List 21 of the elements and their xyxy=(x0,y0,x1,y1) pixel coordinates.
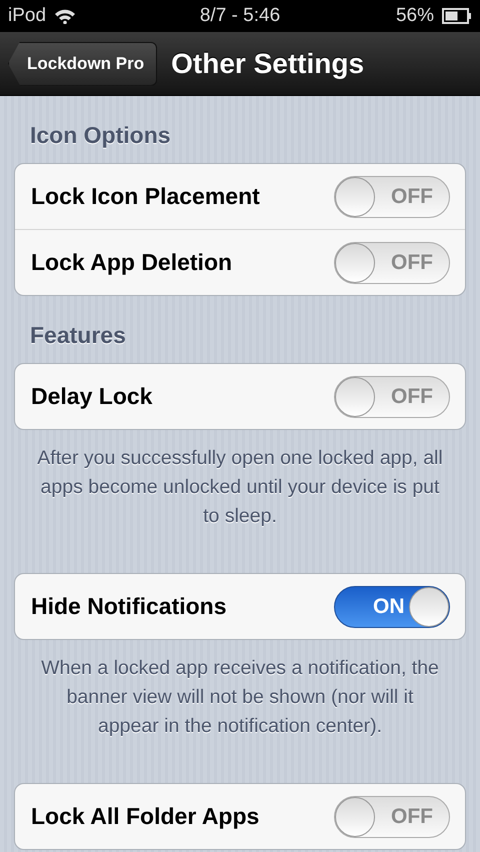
setting-label: Lock Icon Placement xyxy=(31,183,260,210)
setting-label: Lock App Deletion xyxy=(31,249,232,276)
setting-label: Delay Lock xyxy=(31,383,152,410)
back-button[interactable]: Lockdown Pro xyxy=(8,42,158,86)
toggle-switch[interactable]: OFF xyxy=(334,376,450,418)
status-time: 8/7 - 5:46 xyxy=(200,5,280,27)
battery-percent: 56% xyxy=(396,5,434,27)
toggle-switch[interactable]: OFF xyxy=(334,796,450,838)
page-title: Other Settings xyxy=(171,48,364,80)
battery-icon xyxy=(442,8,472,24)
setting-label: Hide Notifications xyxy=(31,593,227,620)
wifi-icon xyxy=(54,8,76,24)
setting-label: Lock All Folder Apps xyxy=(31,803,260,830)
section-footer: After you successfully open one locked app, all apps become unlocked until your device is put to sleep. xyxy=(14,430,466,531)
carrier-name: iPod xyxy=(8,5,46,27)
section-footer: When a locked app receives a notification, the banner view will not be shown (nor will it appear in the notification center). xyxy=(14,640,466,741)
section-header: Features xyxy=(29,321,127,350)
toggle-switch[interactable]: OFF xyxy=(334,176,450,218)
section-header: Icon Options xyxy=(29,121,172,150)
toggle-switch[interactable]: ON xyxy=(334,586,450,628)
toggle-switch[interactable]: OFF xyxy=(334,242,450,284)
